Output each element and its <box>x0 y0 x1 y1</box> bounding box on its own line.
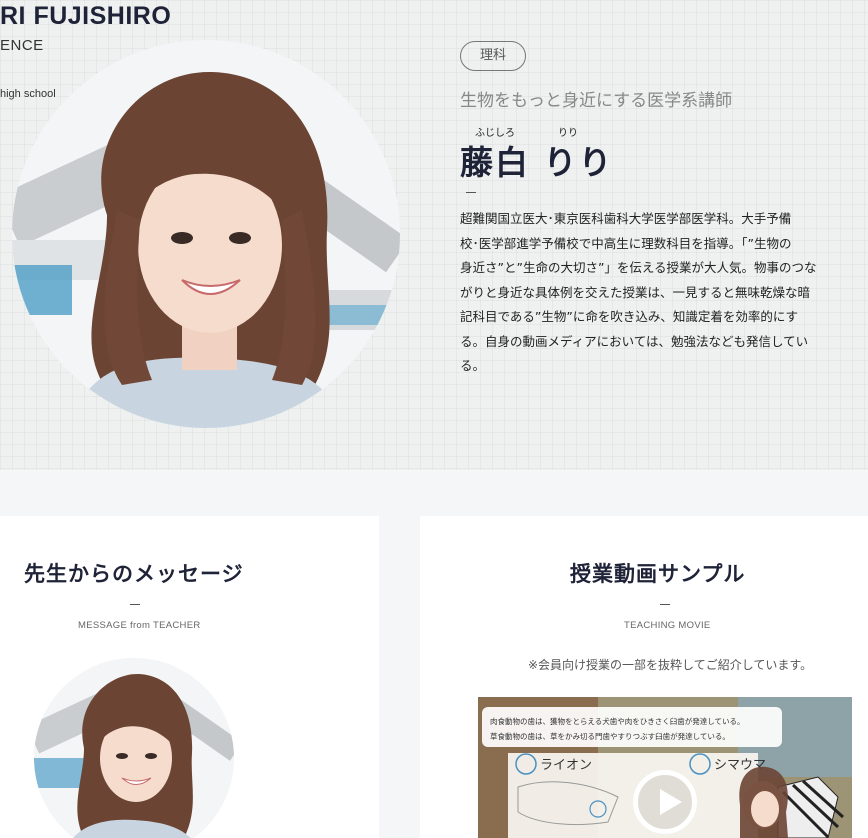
bio-line: 超難関国立医大･東京医科歯科大学医学部医学科。大手予備 <box>460 211 792 226</box>
bio-line: る。 <box>460 358 486 373</box>
movie-note: ※会員向け授業の一部を抜粋してご紹介しています。 <box>528 658 813 672</box>
divider-dash <box>466 192 476 193</box>
teacher-profile-hero: RI FUJISHIRO ENCE high school 理科 生物をもっと身… <box>0 0 868 470</box>
teacher-portrait-illustration <box>12 40 400 428</box>
bio-line: がりと身近な具体例を交えた授業は、一見すると無味乾燥な暗 <box>460 284 811 300</box>
video-board-text-1: 肉食動物の歯は、獲物をとらえる犬歯や肉をひきさく臼歯が発達している。 <box>490 716 745 726</box>
movie-subtitle: TEACHING MOVIE <box>624 620 711 631</box>
video-label-lion: ライオン <box>540 758 592 773</box>
teacher-portrait <box>12 40 400 428</box>
bio-line: る。自身の動画メディアにおいては、勉強法なども発信してい <box>460 333 809 349</box>
message-subtitle: MESSAGE from TEACHER <box>78 620 201 631</box>
teacher-name-english: RI FUJISHIRO <box>0 2 172 30</box>
play-button[interactable] <box>633 770 697 834</box>
movie-title: 授業動画サンプル <box>570 562 746 586</box>
video-board-text-2: 草食動物の歯は、草をかみ切る門歯やすりつぶす臼歯が発達している。 <box>490 731 730 741</box>
bio-line: 記科目である”生物”に命を吹き込み、知識定着を効率的にす <box>460 309 798 324</box>
teacher-school-english: high school <box>0 88 56 100</box>
teacher-subject-english: ENCE <box>0 37 44 54</box>
movie-divider <box>660 604 670 605</box>
teacher-name-japanese: 藤白 りり <box>460 143 614 182</box>
bio-line: 校･医学部進学予備校で中高生に理数科目を指導。「”生物の <box>460 235 792 251</box>
bio-line: 身近さ”と”生命の大切さ”」を伝える授業が大人気。物事のつな <box>460 260 817 275</box>
teacher-bio: 超難関国立医大･東京医科歯科大学医学部医学科。大手予備 校･医学部進学予備校で中… <box>460 207 830 379</box>
message-title: 先生からのメッセージ <box>24 562 244 586</box>
message-divider <box>130 604 140 605</box>
teacher-tagline: 生物をもっと身近にする医学系講師 <box>460 91 733 111</box>
subject-badge[interactable]: 理科 <box>460 41 526 71</box>
